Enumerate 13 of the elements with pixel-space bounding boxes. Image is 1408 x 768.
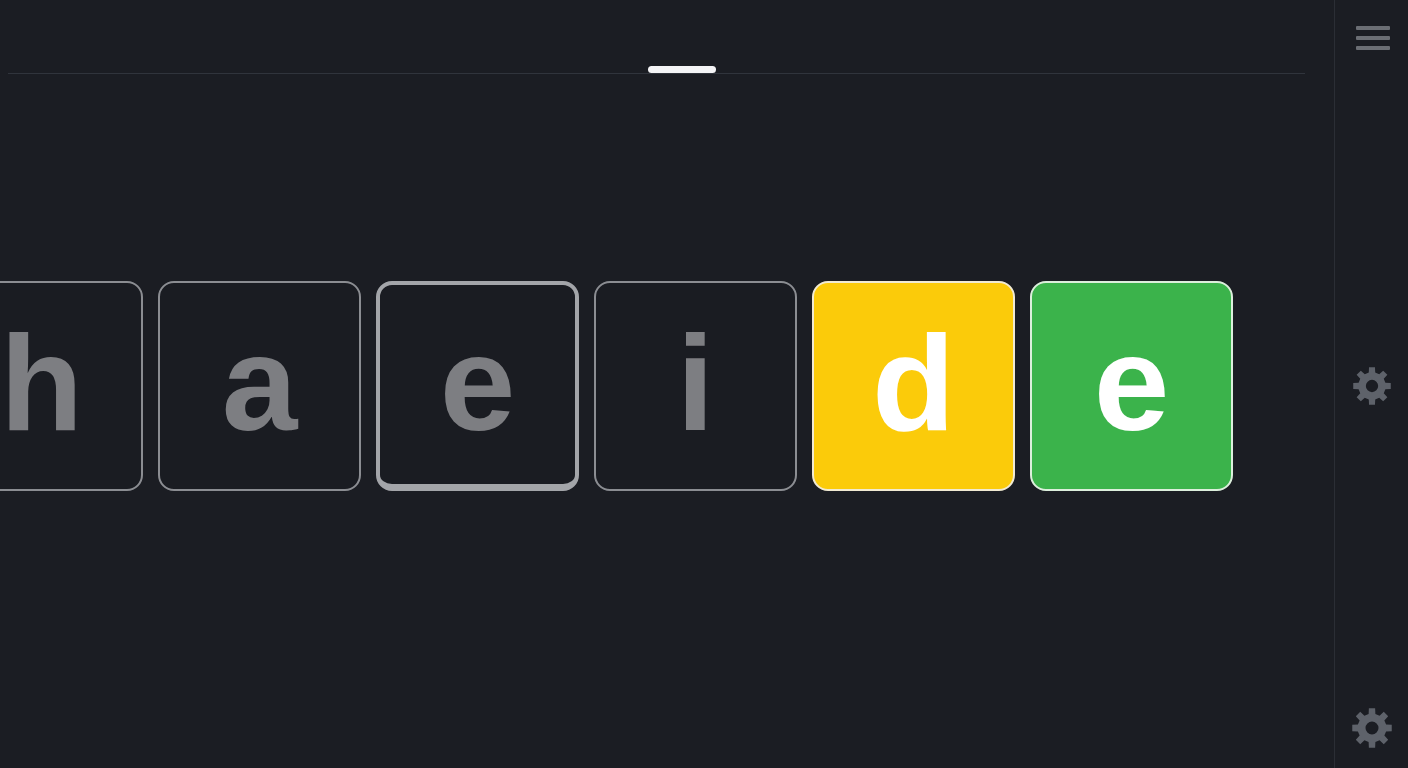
letter-tile: e [1030,281,1233,491]
settings-button[interactable] [1352,367,1391,405]
letter-tile: i [594,281,797,491]
settings-button[interactable] [1351,708,1392,748]
menu-button[interactable] [1355,26,1390,50]
letter-tile: h [0,281,143,491]
menu-icon [1355,26,1390,50]
letter-tile: a [158,281,361,491]
letter-tile: d [812,281,1015,491]
settings-icon [1352,367,1391,405]
letter-tile: e [376,281,579,491]
settings-icon [1351,708,1392,748]
drag-handle[interactable] [648,66,716,73]
